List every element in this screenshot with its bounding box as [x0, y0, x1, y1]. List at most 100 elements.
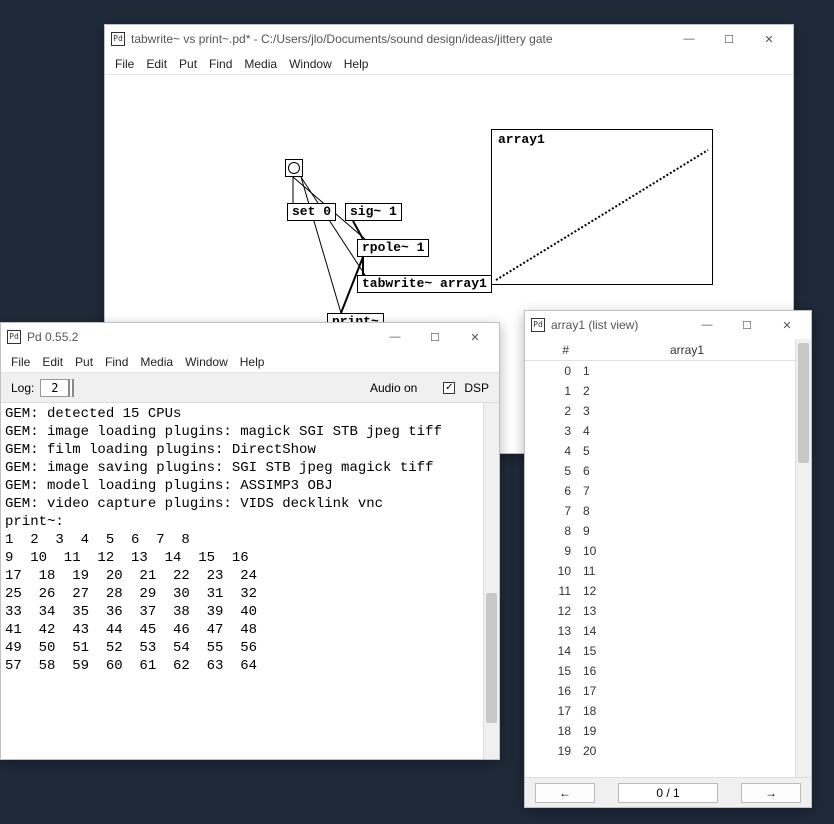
console-toolbar: Log: 2 Audio on ✓ DSP — [1, 373, 499, 403]
console-titlebar[interactable]: Pd Pd 0.55.2 — ☐ ✕ — [1, 323, 499, 351]
menu-put[interactable]: Put — [179, 57, 197, 71]
table-row[interactable]: 1112 — [525, 581, 795, 601]
table-row[interactable]: 01 — [525, 361, 795, 381]
menu-media[interactable]: Media — [140, 355, 173, 369]
table-row[interactable]: 67 — [525, 481, 795, 501]
cell-value[interactable]: 19 — [579, 724, 596, 738]
pd-app-icon: Pd — [531, 318, 545, 332]
table-header: # array1 — [525, 339, 795, 361]
table-row[interactable]: 56 — [525, 461, 795, 481]
console-scrollbar[interactable] — [483, 403, 499, 759]
close-button[interactable]: ✕ — [749, 26, 789, 52]
cell-index: 9 — [525, 544, 579, 558]
menu-edit[interactable]: Edit — [42, 355, 63, 369]
cell-index: 3 — [525, 424, 579, 438]
close-button[interactable]: ✕ — [455, 324, 495, 350]
scroll-thumb[interactable] — [486, 593, 497, 723]
cell-value[interactable]: 16 — [579, 664, 596, 678]
cell-value[interactable]: 8 — [579, 504, 590, 518]
cell-index: 8 — [525, 524, 579, 538]
menu-window[interactable]: Window — [185, 355, 228, 369]
cell-value[interactable]: 6 — [579, 464, 590, 478]
menu-media[interactable]: Media — [244, 57, 277, 71]
array-plot — [492, 130, 714, 286]
cell-value[interactable]: 12 — [579, 584, 596, 598]
maximize-button[interactable]: ☐ — [415, 324, 455, 350]
listview-titlebar[interactable]: Pd array1 (list view) — ☐ ✕ — [525, 311, 811, 339]
menu-find[interactable]: Find — [209, 57, 232, 71]
cell-index: 17 — [525, 704, 579, 718]
listview-scrollbar[interactable] — [795, 339, 811, 777]
rpole-object[interactable]: rpole~ 1 — [357, 239, 429, 257]
tabwrite-object[interactable]: tabwrite~ array1 — [357, 275, 492, 293]
cell-value[interactable]: 4 — [579, 424, 590, 438]
sig-object[interactable]: sig~ 1 — [345, 203, 402, 221]
set-object[interactable]: set 0 — [287, 203, 336, 221]
cell-value[interactable]: 3 — [579, 404, 590, 418]
menu-put[interactable]: Put — [75, 355, 93, 369]
pd-app-icon: Pd — [111, 32, 125, 46]
cell-index: 10 — [525, 564, 579, 578]
table-row[interactable]: 1819 — [525, 721, 795, 741]
table-row[interactable]: 23 — [525, 401, 795, 421]
cell-value[interactable]: 20 — [579, 744, 596, 758]
dsp-label: DSP — [464, 381, 489, 395]
cell-value[interactable]: 5 — [579, 444, 590, 458]
table-row[interactable]: 1718 — [525, 701, 795, 721]
menu-window[interactable]: Window — [289, 57, 332, 71]
table-row[interactable]: 1617 — [525, 681, 795, 701]
table-row[interactable]: 1415 — [525, 641, 795, 661]
table-row[interactable]: 910 — [525, 541, 795, 561]
page-indicator[interactable]: 0 / 1 — [618, 783, 718, 803]
patch-titlebar[interactable]: Pd tabwrite~ vs print~.pd* - C:/Users/jl… — [105, 25, 793, 53]
table-row[interactable]: 1516 — [525, 661, 795, 681]
minimize-button[interactable]: — — [375, 324, 415, 350]
menu-file[interactable]: File — [115, 57, 134, 71]
table-row[interactable]: 34 — [525, 421, 795, 441]
log-level-input[interactable]: 2 — [40, 379, 74, 397]
next-page-button[interactable]: → — [741, 783, 801, 803]
cell-index: 4 — [525, 444, 579, 458]
cell-value[interactable]: 2 — [579, 384, 590, 398]
menu-help[interactable]: Help — [344, 57, 369, 71]
maximize-button[interactable]: ☐ — [727, 312, 767, 338]
table-row[interactable]: 12 — [525, 381, 795, 401]
cell-value[interactable]: 11 — [579, 564, 595, 578]
listview-body: # array1 0112233445566778899101011111212… — [525, 339, 811, 777]
cell-value[interactable]: 15 — [579, 644, 596, 658]
log-label: Log: — [11, 381, 34, 395]
table-row[interactable]: 45 — [525, 441, 795, 461]
minimize-button[interactable]: — — [687, 312, 727, 338]
table-row[interactable]: 1213 — [525, 601, 795, 621]
console-output[interactable]: GEM: detected 15 CPUs GEM: image loading… — [1, 403, 483, 759]
minimize-button[interactable]: — — [669, 26, 709, 52]
table-row[interactable]: 89 — [525, 521, 795, 541]
menu-edit[interactable]: Edit — [146, 57, 167, 71]
cell-value[interactable]: 13 — [579, 604, 596, 618]
menu-help[interactable]: Help — [240, 355, 265, 369]
table-row[interactable]: 78 — [525, 501, 795, 521]
dsp-checkbox[interactable]: ✓ — [443, 382, 455, 394]
cell-value[interactable]: 9 — [579, 524, 590, 538]
table-row[interactable]: 1314 — [525, 621, 795, 641]
bang-object[interactable] — [285, 159, 303, 177]
cell-value[interactable]: 17 — [579, 684, 596, 698]
cell-index: 6 — [525, 484, 579, 498]
table-row[interactable]: 1011 — [525, 561, 795, 581]
cell-value[interactable]: 7 — [579, 484, 590, 498]
maximize-button[interactable]: ☐ — [709, 26, 749, 52]
table-row[interactable]: 1920 — [525, 741, 795, 761]
cell-value[interactable]: 10 — [579, 544, 596, 558]
menu-file[interactable]: File — [11, 355, 30, 369]
cell-value[interactable]: 1 — [579, 364, 590, 378]
scroll-thumb[interactable] — [798, 343, 809, 463]
array-graph[interactable]: array1 — [491, 129, 713, 285]
menu-find[interactable]: Find — [105, 355, 128, 369]
prev-page-button[interactable]: ← — [535, 783, 595, 803]
cell-value[interactable]: 14 — [579, 624, 596, 638]
cell-index: 1 — [525, 384, 579, 398]
table-rows: 0112233445566778899101011111212131314141… — [525, 361, 795, 761]
cell-value[interactable]: 18 — [579, 704, 596, 718]
close-button[interactable]: ✕ — [767, 312, 807, 338]
cell-index: 7 — [525, 504, 579, 518]
